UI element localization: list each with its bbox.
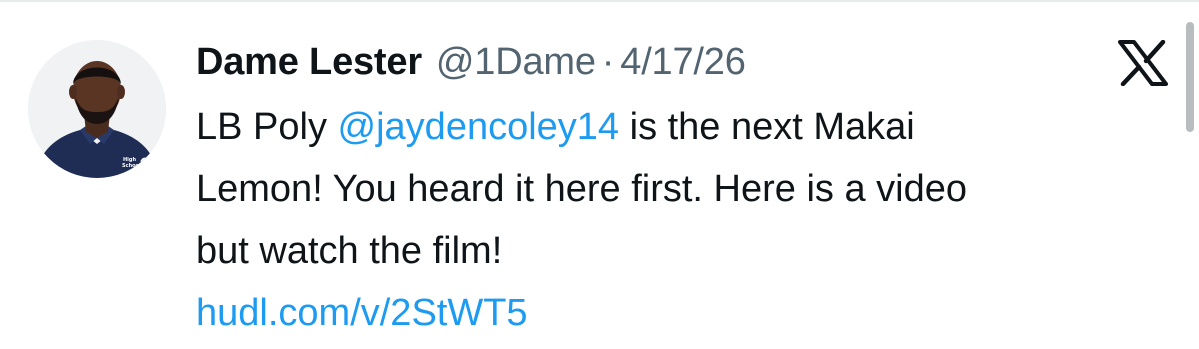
separator-dot: ·	[601, 41, 615, 83]
tweet-date[interactable]: 4/17/26	[620, 36, 746, 88]
tweet-body: LB Poly @jaydencoley14 is the next Makai…	[196, 96, 1171, 344]
mention-link[interactable]: @jaydencoley14	[338, 106, 620, 148]
tweet-line-2: Lemon! You heard it here first. Here is …	[196, 168, 968, 210]
tweet-header: Dame Lester @1Dame · 4/17/26	[196, 36, 746, 88]
hudl-link[interactable]: hudl.com/v/2StWT5	[196, 292, 528, 334]
tweet-line-1: LB Poly @jaydencoley14 is the next Makai	[196, 96, 1171, 158]
tweet-line-3: but watch the film!	[196, 230, 503, 272]
display-name[interactable]: Dame Lester	[196, 36, 422, 88]
tweet-card: High School Dame Lester @1Dame · 4/17/26…	[0, 0, 1199, 349]
top-divider	[0, 0, 1199, 2]
scrollbar-thumb[interactable]	[1186, 22, 1194, 132]
tweet-text-segment: LB Poly	[196, 106, 338, 148]
x-logo-icon[interactable]	[1118, 39, 1168, 87]
shirt-logo-text: School	[122, 163, 141, 169]
tweet-text-segment: is the next Makai	[619, 106, 915, 148]
user-handle[interactable]: @1Dame	[436, 36, 596, 88]
tweet-line-4: hudl.com/v/2StWT5	[196, 282, 1171, 344]
profile-photo-icon: High School	[28, 40, 166, 178]
avatar[interactable]: High School	[28, 40, 166, 178]
